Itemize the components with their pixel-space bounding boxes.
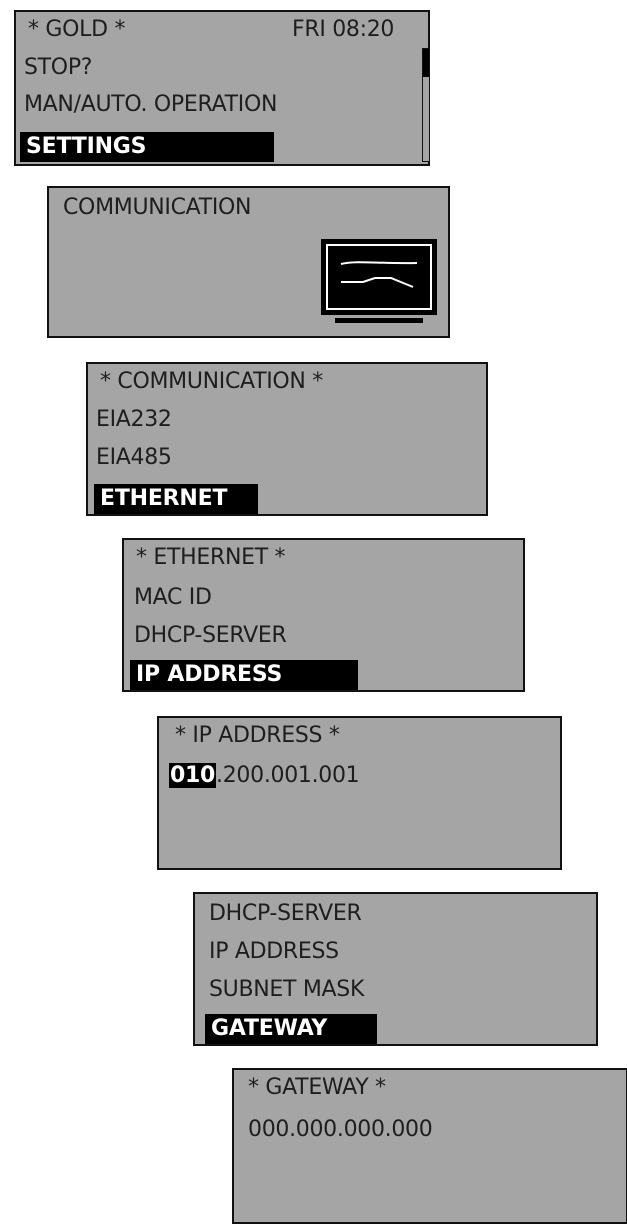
menu-item-ip-address[interactable]: IP ADDRESS bbox=[209, 938, 339, 966]
ip-address-remaining: .200.001.001 bbox=[216, 763, 360, 788]
communication-menu-screen: * COMMUNICATION * EIA232 EIA485 ETHERNET bbox=[86, 362, 488, 516]
menu-item-stop[interactable]: STOP? bbox=[24, 54, 92, 82]
clock-display: FRI 08:20 bbox=[292, 17, 395, 42]
screen-title: * GATEWAY * bbox=[248, 1075, 386, 1100]
menu-item-dhcp-server[interactable]: DHCP-SERVER bbox=[209, 900, 362, 928]
ip-address-field[interactable]: 010.200.001.001 bbox=[169, 762, 360, 790]
screen-title: COMMUNICATION bbox=[63, 195, 252, 220]
gateway-entry-screen: * GATEWAY * 000.000.000.000 bbox=[232, 1068, 627, 1224]
communication-icon-screen: COMMUNICATION bbox=[47, 186, 450, 338]
menu-item-eia485[interactable]: EIA485 bbox=[96, 444, 172, 472]
active-octet-cursor[interactable]: 010 bbox=[169, 763, 217, 788]
monitor-icon bbox=[321, 239, 437, 323]
screen-title: * COMMUNICATION * bbox=[100, 369, 323, 394]
menu-item-man-auto-operation[interactable]: MAN/AUTO. OPERATION bbox=[24, 91, 277, 119]
screen-title: * GOLD * bbox=[28, 17, 126, 42]
ethernet-menu-scrolled-screen: DHCP-SERVER IP ADDRESS SUBNET MASK GATEW… bbox=[193, 892, 598, 1046]
scrollbar-thumb[interactable] bbox=[423, 49, 429, 77]
menu-item-ip-address-selected[interactable]: IP ADDRESS bbox=[130, 660, 358, 690]
menu-item-gateway-selected[interactable]: GATEWAY bbox=[205, 1014, 377, 1044]
menu-item-dhcp-server[interactable]: DHCP-SERVER bbox=[134, 622, 287, 650]
screen-title: * IP ADDRESS * bbox=[175, 723, 340, 748]
menu-item-ethernet-selected[interactable]: ETHERNET bbox=[94, 484, 258, 514]
menu-item-mac-id[interactable]: MAC ID bbox=[134, 584, 212, 612]
ethernet-menu-screen: * ETHERNET * MAC ID DHCP-SERVER IP ADDRE… bbox=[122, 538, 525, 692]
menu-item-eia232[interactable]: EIA232 bbox=[96, 406, 172, 434]
main-menu-screen: * GOLD * FRI 08:20 STOP? MAN/AUTO. OPERA… bbox=[14, 10, 430, 166]
menu-scrollbar[interactable] bbox=[422, 48, 430, 162]
gateway-address-field[interactable]: 000.000.000.000 bbox=[248, 1116, 433, 1144]
menu-item-settings-selected[interactable]: SETTINGS bbox=[20, 132, 274, 162]
menu-item-subnet-mask[interactable]: SUBNET MASK bbox=[209, 976, 364, 1004]
screen-title: * ETHERNET * bbox=[136, 545, 286, 570]
ip-address-entry-screen: * IP ADDRESS * 010.200.001.001 bbox=[157, 716, 562, 870]
